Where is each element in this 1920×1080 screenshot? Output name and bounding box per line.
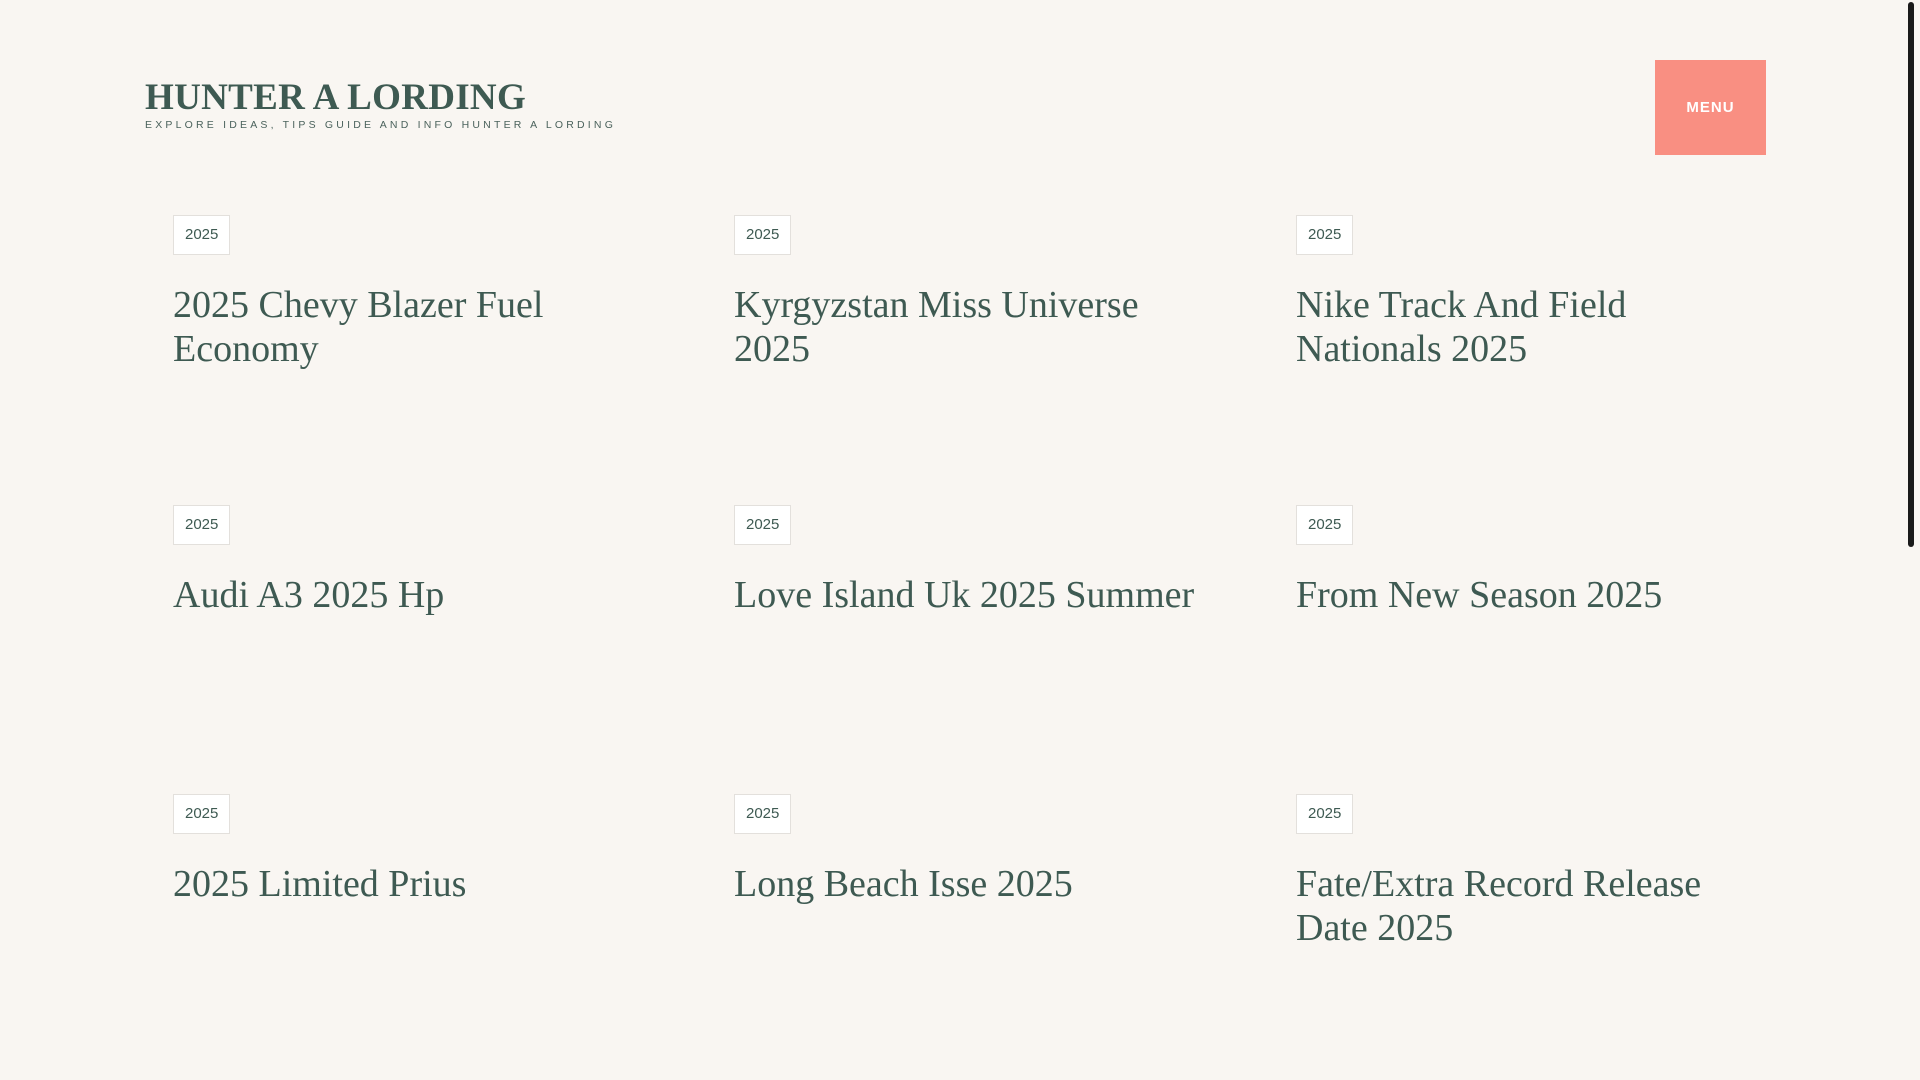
post-title-link[interactable]: Nike Track And Field Nationals 2025 <box>1296 284 1626 370</box>
post-title: 2025 Chevy Blazer Fuel Economy <box>173 283 643 371</box>
post-card: 2025 Nike Track And Field Nationals 2025 <box>1296 215 1766 371</box>
site-branding: HUNTER A LORDING EXPLORE IDEAS, TIPS GUI… <box>145 77 617 131</box>
menu-button[interactable]: MENU <box>1655 60 1766 155</box>
post-tag[interactable]: 2025 <box>734 215 792 255</box>
post-title: Kyrgyzstan Miss Universe 2025 <box>734 283 1204 371</box>
post-title: Long Beach Isse 2025 <box>734 862 1204 906</box>
post-title-link[interactable]: Kyrgyzstan Miss Universe 2025 <box>734 284 1139 370</box>
post-title: Fate/Extra Record Release Date 2025 <box>1296 862 1766 950</box>
post-title: Love Island Uk 2025 Summer <box>734 573 1204 617</box>
post-title-link[interactable]: Love Island Uk 2025 Summer <box>734 574 1194 616</box>
post-title: Nike Track And Field Nationals 2025 <box>1296 283 1766 371</box>
post-tag[interactable]: 2025 <box>173 215 231 255</box>
post-card: 2025 2025 Chevy Blazer Fuel Economy <box>173 215 643 371</box>
post-card: 2025 Long Beach Isse 2025 <box>734 794 1204 906</box>
post-tag[interactable]: 2025 <box>734 505 792 545</box>
post-title-link[interactable]: From New Season 2025 <box>1296 574 1662 616</box>
post-title-link[interactable]: Fate/Extra Record Release Date 2025 <box>1296 863 1701 949</box>
site-description: EXPLORE IDEAS, TIPS GUIDE AND INFO HUNTE… <box>145 118 617 131</box>
post-title-link[interactable]: 2025 Chevy Blazer Fuel Economy <box>173 284 543 370</box>
post-card: 2025 2025 Limited Prius <box>173 794 643 906</box>
site-title[interactable]: HUNTER A LORDING <box>145 77 616 119</box>
post-tag[interactable]: 2025 <box>734 794 792 834</box>
post-title-link[interactable]: Long Beach Isse 2025 <box>734 863 1073 905</box>
post-tag[interactable]: 2025 <box>1296 794 1354 834</box>
post-tag[interactable]: 2025 <box>1296 215 1354 255</box>
post-title-link[interactable]: Audi A3 2025 Hp <box>173 574 444 616</box>
post-card: 2025 From New Season 2025 <box>1296 505 1766 617</box>
page-scrollbar[interactable] <box>1902 0 1920 1080</box>
post-card: 2025 Fate/Extra Record Release Date 2025 <box>1296 794 1766 950</box>
post-tag[interactable]: 2025 <box>1296 505 1354 545</box>
post-card: 2025 Audi A3 2025 Hp <box>173 505 643 617</box>
post-title-link[interactable]: 2025 Limited Prius <box>173 863 466 905</box>
post-tag[interactable]: 2025 <box>173 505 231 545</box>
post-title: Audi A3 2025 Hp <box>173 573 643 617</box>
post-card: 2025 Kyrgyzstan Miss Universe 2025 <box>734 215 1204 371</box>
post-title: From New Season 2025 <box>1296 573 1766 617</box>
post-tag[interactable]: 2025 <box>173 794 231 834</box>
post-title: 2025 Limited Prius <box>173 862 643 906</box>
post-card: 2025 Love Island Uk 2025 Summer <box>734 505 1204 617</box>
scrollbar-thumb[interactable] <box>1908 2 1914 547</box>
